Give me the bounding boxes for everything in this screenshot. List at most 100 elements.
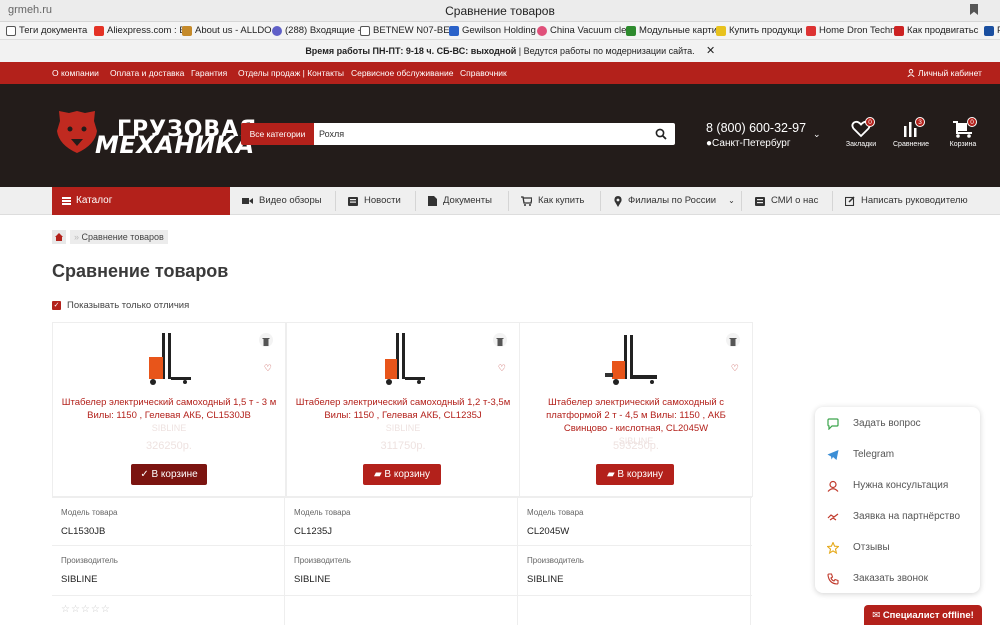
bookmark-item[interactable]: China Vacuum cle <box>537 25 626 36</box>
bookmark-item[interactable]: Gewilson Holding <box>449 25 536 36</box>
topnav-payment[interactable]: Оплата и доставка <box>110 68 184 78</box>
browser-address-bar: grmeh.ru Сравнение товаров <box>0 0 1000 22</box>
bookmarks-label: Закладки <box>845 141 877 148</box>
close-icon[interactable]: ✕ <box>706 40 715 62</box>
only-differences-checkbox[interactable]: ✓ <box>52 301 61 310</box>
product-name[interactable]: Штабелер электрический самоходный 1,2 т-… <box>295 396 511 422</box>
search-icon[interactable] <box>655 128 667 140</box>
product-name[interactable]: Штабелер электрический самоходный 1,5 т … <box>61 396 277 422</box>
document-icon <box>428 196 437 206</box>
bookmark-item[interactable]: Теги документа <box>6 25 87 36</box>
spec-value: SIBLINE <box>61 574 98 585</box>
menu-documents[interactable]: Документы <box>428 187 492 215</box>
notice-text: | Ведутся работы по модернизации сайта. <box>516 46 695 56</box>
consultant-icon <box>827 480 839 492</box>
spec-value: CL2045W <box>527 526 570 537</box>
stacker-product-image[interactable] <box>602 331 662 391</box>
catalog-button[interactable]: Каталог <box>52 187 230 215</box>
remove-from-compare-button[interactable] <box>493 333 507 347</box>
heart-icon[interactable]: ♡ <box>264 363 272 374</box>
spec-cell: Производитель SIBLINE <box>518 546 751 595</box>
search-category-select[interactable]: Все категории <box>241 123 314 145</box>
menu-how-to-buy[interactable]: Как купить <box>521 187 584 215</box>
check-icon: ✓ <box>140 469 149 480</box>
video-camera-icon <box>242 198 253 204</box>
bookmark-item[interactable]: Модульные карти <box>626 25 717 36</box>
product-brand: SIBLINE <box>385 423 421 433</box>
widget-reviews[interactable]: Отзывы <box>827 532 977 563</box>
bookmarks-button[interactable]: 0 Закладки <box>841 117 881 148</box>
spec-cell: Модель товара CL2045W <box>518 498 751 545</box>
menu-video-reviews[interactable]: Видео обзоры <box>242 187 322 215</box>
product-price: 593250р. <box>613 440 659 452</box>
cart-button[interactable]: 0 Корзина <box>943 117 983 148</box>
bookmark-item[interactable]: About us - ALLDO <box>182 25 272 36</box>
topnav-service[interactable]: Сервисное обслуживание <box>351 68 453 78</box>
phone-number[interactable]: 8 (800) 600-32-97 <box>706 121 806 135</box>
bookmark-item[interactable]: Home Dron Techn <box>806 25 895 36</box>
bookmark-item[interactable]: Aliexpress.com : В <box>94 25 186 36</box>
topnav-contacts[interactable]: Отделы продаж | Контакты <box>238 68 344 78</box>
widget-callback[interactable]: Заказать звонок <box>827 563 977 594</box>
cart-icon: ▰ <box>373 469 382 480</box>
remove-from-compare-button[interactable] <box>726 333 740 347</box>
specialist-offline-button[interactable]: ✉ Специалист offline! <box>864 605 982 625</box>
bookmark-item[interactable]: P <box>984 25 1000 36</box>
stacker-product-image[interactable] <box>135 331 195 391</box>
widget-ask-question[interactable]: Задать вопрос <box>827 408 977 439</box>
topnav-warranty[interactable]: Гарантия <box>191 68 227 78</box>
media-icon <box>755 196 765 206</box>
spec-cell <box>518 596 751 625</box>
breadcrumb: » Сравнение товаров <box>70 230 168 244</box>
trash-icon <box>496 338 504 346</box>
spec-cell: Модель товара CL1235J <box>285 498 518 545</box>
product-card: ♡ Штабелер электрический самоходный 1,2 … <box>286 322 520 497</box>
menu-news[interactable]: Новости <box>348 187 401 215</box>
menu-write-director[interactable]: Написать руководителю <box>845 187 968 215</box>
product-name[interactable]: Штабелер электрический самоходный с плат… <box>528 396 744 435</box>
newspaper-icon <box>348 196 358 206</box>
hamburger-icon <box>62 197 71 205</box>
account-link[interactable]: Личный кабинет <box>907 68 982 78</box>
chat-icon <box>827 417 839 430</box>
topnav-about[interactable]: О компании <box>52 68 99 78</box>
menu-media-about-us[interactable]: СМИ о нас <box>755 187 818 215</box>
search-input[interactable] <box>319 126 639 142</box>
trash-icon <box>262 338 270 346</box>
widget-consultation[interactable]: Нужна консультация <box>827 470 977 501</box>
city-select[interactable]: ●Санкт-Петербург <box>706 138 790 149</box>
cart-icon: ▰ <box>606 469 615 480</box>
spec-value: CL1235J <box>294 526 333 537</box>
menu-branches[interactable]: Филиалы по России ⌄ <box>614 187 735 215</box>
star-icon <box>827 541 839 554</box>
spec-value: CL1530JB <box>61 526 106 537</box>
widget-telegram[interactable]: Telegram <box>827 439 977 470</box>
spec-cell <box>285 596 518 625</box>
add-to-cart-button[interactable]: ▰ В корзину <box>596 464 674 485</box>
chevron-down-icon[interactable]: ⌄ <box>813 129 821 140</box>
bookmark-item[interactable]: (288) Входящие - <box>272 25 361 36</box>
product-card: ♡ Штабелер электрический самоходный 1,5 … <box>52 322 286 497</box>
logo-text-bottom[interactable]: МЕХАНИКА <box>95 131 255 159</box>
remove-from-compare-button[interactable] <box>259 333 273 347</box>
bookmarks-count-badge: 0 <box>865 117 875 127</box>
stacker-product-image[interactable] <box>369 331 429 391</box>
only-differences-label[interactable]: Показывать только отличия <box>67 300 189 311</box>
in-cart-button[interactable]: ✓ В корзине <box>131 464 207 485</box>
compare-button[interactable]: 3 Сравнение <box>891 117 931 148</box>
heart-icon[interactable]: ♡ <box>731 363 739 374</box>
bookmark-item[interactable]: Купить продукци <box>716 25 802 36</box>
topnav-reference[interactable]: Справочник <box>460 68 507 78</box>
bear-logo-icon[interactable] <box>55 109 99 155</box>
spec-label: Производитель <box>61 556 118 565</box>
edit-icon <box>845 196 855 206</box>
breadcrumb-home[interactable] <box>52 230 66 244</box>
widget-partnership[interactable]: Заявка на партнёрство <box>827 501 977 532</box>
heart-icon[interactable]: ♡ <box>498 363 506 374</box>
menu-divider <box>741 191 742 211</box>
bookmark-item[interactable]: BETNEW N07-BET <box>360 25 455 36</box>
search-bar: Все категории <box>241 123 675 145</box>
home-icon <box>55 233 63 241</box>
add-to-cart-button[interactable]: ▰ В корзину <box>363 464 441 485</box>
bookmark-item[interactable]: Как продвигатьс <box>894 25 978 36</box>
